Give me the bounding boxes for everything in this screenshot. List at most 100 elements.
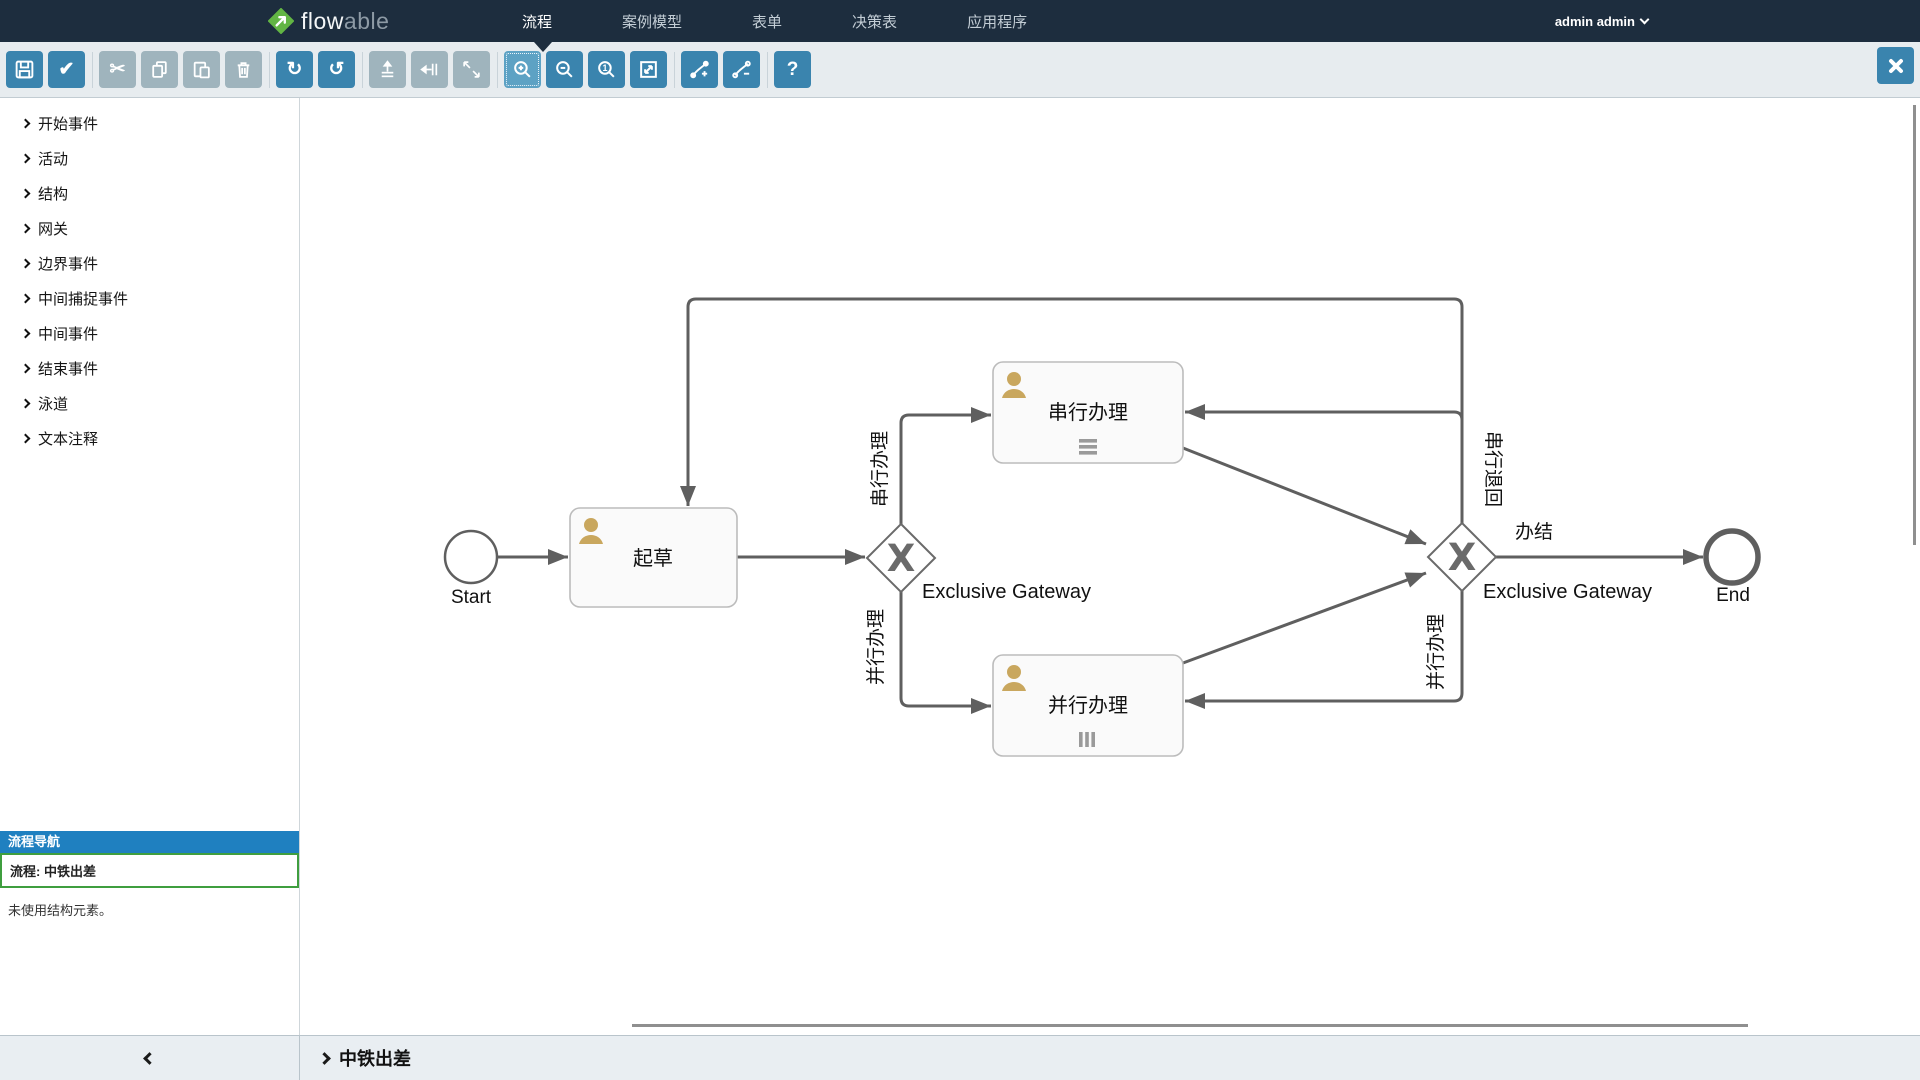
palette-group-structural[interactable]: 结构 — [0, 176, 299, 211]
brand-text: flowable — [301, 8, 389, 35]
flow-gateway1-to-parallel[interactable] — [901, 592, 991, 706]
close-editor-button[interactable] — [1877, 47, 1914, 84]
flow-gateway1-to-serial[interactable] — [901, 415, 991, 524]
chevron-right-icon — [21, 224, 31, 234]
align-horizontal-button[interactable] — [411, 51, 448, 88]
copy-button[interactable] — [141, 51, 178, 88]
undo-icon: ↺ — [329, 60, 345, 79]
nav-tabs: 流程 案例模型 表单 决策表 应用程序 — [522, 0, 1027, 42]
collapse-sidebar-button[interactable] — [0, 1036, 300, 1080]
chevron-right-icon — [21, 329, 31, 339]
palette-group-label: 开始事件 — [38, 113, 98, 134]
help-button[interactable]: ? — [774, 51, 811, 88]
zoom-out-icon — [554, 59, 575, 80]
process-properties-toggle[interactable]: 中铁出差 — [300, 1036, 1920, 1080]
bendpoint-remove-button[interactable] — [723, 51, 760, 88]
tab-decision-tables[interactable]: 决策表 — [852, 11, 897, 32]
chevron-right-icon — [21, 154, 31, 164]
bendpoint-add-icon — [689, 59, 710, 80]
edge-label-to-parallel: 并行办理 — [865, 609, 887, 685]
bottom-bar: 中铁出差 — [0, 1035, 1920, 1080]
resize-icon — [461, 59, 482, 80]
user-name: admin admin — [1555, 14, 1635, 29]
palette-group-intermediate-events[interactable]: 中间事件 — [0, 316, 299, 351]
palette-group-text-annotation[interactable]: 文本注释 — [0, 421, 299, 456]
shape-palette: 开始事件 活动 结构 网关 边界事件 中间捕捉事件 中间事件 结束事件 — [0, 98, 299, 456]
flowable-logo-icon — [268, 8, 294, 34]
user-menu[interactable]: admin admin — [1555, 0, 1648, 42]
canvas-horizontal-scrollbar[interactable] — [632, 1024, 1748, 1027]
tab-processes[interactable]: 流程 — [522, 11, 552, 32]
top-navbar: flowable 流程 案例模型 表单 决策表 应用程序 admin admin — [0, 0, 1920, 42]
navigator-current-process[interactable]: 流程: 中铁出差 — [0, 853, 299, 888]
user-task-parallel[interactable]: 并行办理 — [993, 655, 1183, 756]
tab-case-models[interactable]: 案例模型 — [622, 11, 682, 32]
paste-icon — [191, 59, 212, 80]
chevron-left-icon — [143, 1052, 156, 1065]
user-task-draft[interactable]: 起草 — [570, 508, 737, 607]
flow-serial-to-gateway2[interactable] — [1183, 448, 1426, 544]
palette-group-boundary-events[interactable]: 边界事件 — [0, 246, 299, 281]
bendpoint-add-button[interactable] — [681, 51, 718, 88]
align-vertical-icon — [377, 59, 398, 80]
help-icon: ? — [787, 60, 799, 79]
diagram-canvas[interactable]: 串行办理 并行办理 串行退回 并行办理 办结 Start 起草 X Exclus… — [300, 98, 1920, 1035]
flowable-logo[interactable]: flowable — [268, 0, 389, 42]
palette-group-label: 中间事件 — [38, 323, 98, 344]
active-tab-caret — [534, 42, 552, 52]
zoom-actual-button[interactable]: 1 — [588, 51, 625, 88]
palette-group-activities[interactable]: 活动 — [0, 141, 299, 176]
flow-parallel-to-gateway2[interactable] — [1183, 573, 1426, 663]
start-event-node[interactable]: Start — [445, 531, 497, 608]
zoom-in-button[interactable] — [504, 51, 541, 88]
palette-group-gateways[interactable]: 网关 — [0, 211, 299, 246]
navigator-note: 未使用结构元素。 — [0, 888, 299, 931]
palette-group-label: 网关 — [38, 218, 68, 239]
zoom-out-button[interactable] — [546, 51, 583, 88]
close-icon — [1886, 56, 1906, 76]
chevron-right-icon — [21, 434, 31, 444]
palette-group-label: 结束事件 — [38, 358, 98, 379]
exclusive-gateway-1[interactable]: X Exclusive Gateway — [867, 524, 1091, 603]
edge-label-finish: 办结 — [1515, 521, 1553, 543]
redo-icon: ↻ — [287, 60, 303, 79]
save-icon — [14, 59, 35, 80]
palette-group-intermediate-catching-events[interactable]: 中间捕捉事件 — [0, 281, 299, 316]
check-icon: ✔ — [59, 60, 75, 79]
palette-group-label: 活动 — [38, 148, 68, 169]
zoom-fit-button[interactable] — [630, 51, 667, 88]
validate-button[interactable]: ✔ — [48, 51, 85, 88]
tab-forms[interactable]: 表单 — [752, 11, 782, 32]
align-horizontal-icon — [419, 59, 440, 80]
gateway1-label: Exclusive Gateway — [922, 581, 1091, 603]
align-vertical-button[interactable] — [369, 51, 406, 88]
chevron-right-icon — [21, 119, 31, 129]
palette-group-end-events[interactable]: 结束事件 — [0, 351, 299, 386]
toolbar-separator — [767, 52, 768, 88]
edge-label-serial-return: 串行退回 — [1482, 431, 1504, 507]
gateway2-label: Exclusive Gateway — [1483, 581, 1652, 603]
end-event-node[interactable]: End — [1706, 531, 1758, 606]
save-button[interactable] — [6, 51, 43, 88]
edge-label-parallel-return: 并行办理 — [1425, 614, 1447, 690]
chevron-right-icon — [318, 1052, 331, 1065]
undo-button[interactable]: ↺ — [318, 51, 355, 88]
process-name: 中铁出差 — [339, 1045, 411, 1071]
zoom-fit-icon — [638, 59, 659, 80]
paste-button[interactable] — [183, 51, 220, 88]
palette-group-label: 泳道 — [38, 393, 68, 414]
zoom-actual-icon: 1 — [596, 59, 617, 80]
toolbar-separator — [269, 52, 270, 88]
palette-group-label: 边界事件 — [38, 253, 98, 274]
tab-apps[interactable]: 应用程序 — [967, 11, 1027, 32]
flow-gateway2-return-to-serial[interactable] — [1185, 412, 1462, 523]
delete-button[interactable] — [225, 51, 262, 88]
same-size-button[interactable] — [453, 51, 490, 88]
cut-button[interactable]: ✂ — [99, 51, 136, 88]
redo-button[interactable]: ↻ — [276, 51, 313, 88]
palette-group-swimlanes[interactable]: 泳道 — [0, 386, 299, 421]
canvas-vertical-scrollbar[interactable] — [1913, 105, 1916, 545]
palette-group-start-events[interactable]: 开始事件 — [0, 106, 299, 141]
chevron-right-icon — [21, 259, 31, 269]
user-task-serial[interactable]: 串行办理 — [993, 362, 1183, 463]
